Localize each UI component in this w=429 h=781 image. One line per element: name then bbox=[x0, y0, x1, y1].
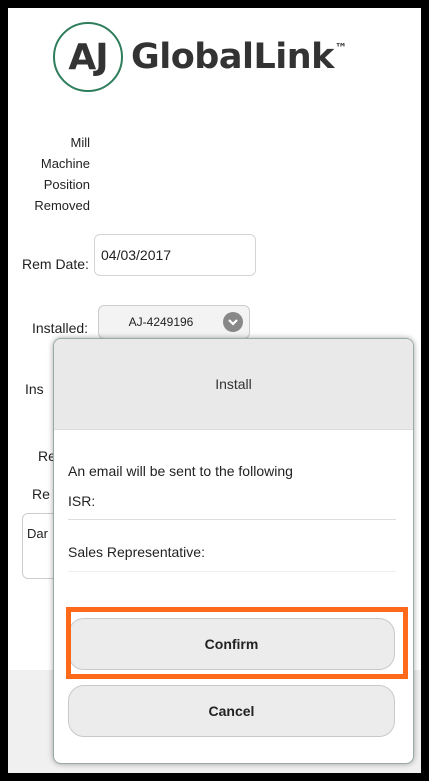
detail-label-position: Position bbox=[43, 177, 90, 192]
dialog-divider-1 bbox=[68, 519, 396, 520]
rem-date-label: Rem Date: bbox=[22, 256, 89, 272]
sales-rep-label: Sales Representative: bbox=[68, 544, 205, 560]
obscured-label-re-2: Re bbox=[32, 486, 50, 502]
cancel-button-label: Cancel bbox=[208, 703, 255, 719]
app-frame: AJ GlobalLink™ Mill Machine Position Rem… bbox=[0, 0, 429, 781]
dialog-header: Install bbox=[54, 339, 413, 430]
trademark-symbol: ™ bbox=[334, 41, 347, 55]
cancel-button[interactable]: Cancel bbox=[68, 685, 395, 737]
logo-mark: AJ bbox=[68, 36, 108, 78]
detail-label-removed: Removed bbox=[34, 198, 90, 213]
installed-select[interactable]: AJ-4249196 bbox=[98, 305, 250, 339]
logo-wordmark: GlobalLink™ bbox=[131, 37, 347, 77]
detail-label-machine: Machine bbox=[40, 156, 90, 171]
dialog-title: Install bbox=[215, 376, 252, 392]
app-logo: AJ GlobalLink™ bbox=[53, 22, 347, 92]
confirm-highlight-box bbox=[66, 607, 408, 679]
chevron-down-icon bbox=[223, 312, 243, 332]
brand-name: GlobalLink bbox=[131, 37, 334, 77]
dialog-message: An email will be sent to the following bbox=[68, 463, 293, 479]
obscured-textarea-text: Dar bbox=[27, 526, 48, 541]
install-dialog: Install An email will be sent to the fol… bbox=[53, 338, 414, 764]
obscured-label-ins: Ins bbox=[25, 381, 44, 397]
dialog-divider-2 bbox=[68, 571, 396, 572]
installed-label: Installed: bbox=[32, 320, 89, 336]
logo-badge: AJ bbox=[53, 22, 123, 92]
installed-select-value: AJ-4249196 bbox=[128, 315, 194, 329]
rem-date-value: 04/03/2017 bbox=[101, 247, 172, 263]
isr-label: ISR: bbox=[68, 493, 96, 509]
rem-date-input[interactable]: 04/03/2017 bbox=[94, 234, 256, 276]
detail-label-mill: Mill bbox=[70, 135, 91, 150]
detail-labels: Mill Machine Position Removed bbox=[14, 132, 90, 216]
